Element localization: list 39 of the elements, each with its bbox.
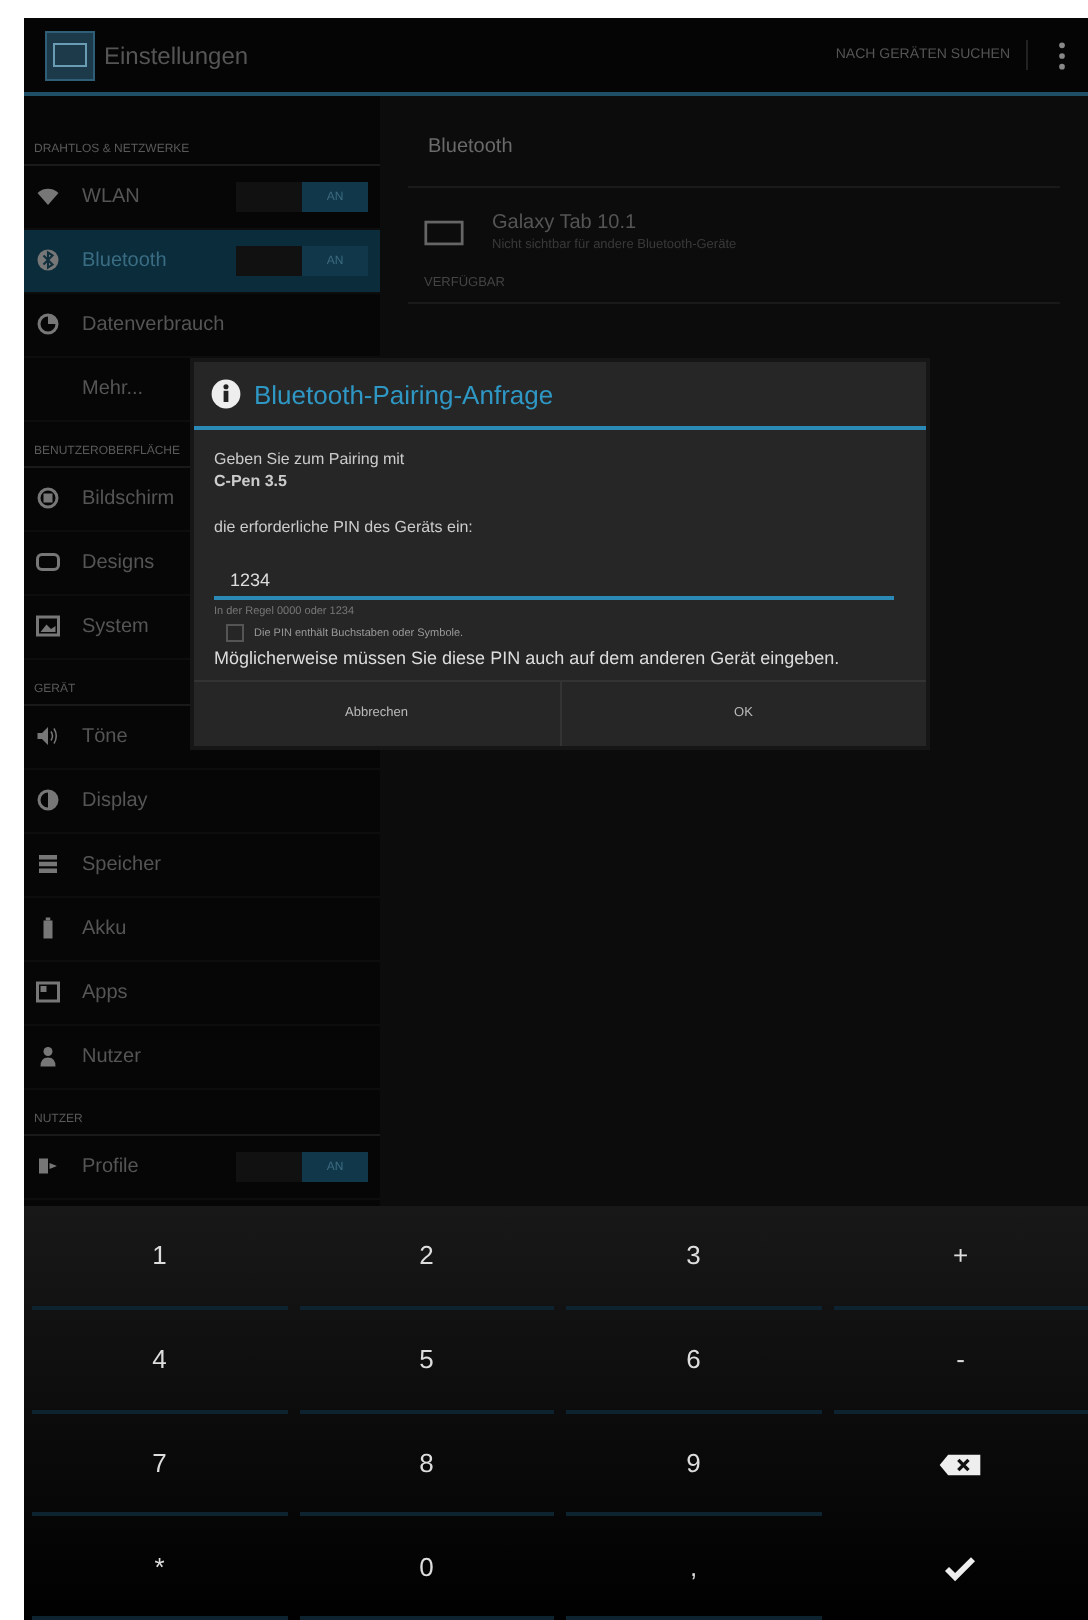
keyboard-key[interactable]: 6 — [566, 1309, 821, 1413]
device-name: C-Pen 3.5 — [214, 471, 289, 494]
page-title: Bluetooth — [408, 128, 1060, 188]
settings-icon[interactable] — [44, 29, 96, 81]
brightness-icon — [36, 787, 60, 811]
person-icon — [36, 1043, 60, 1067]
speaker-icon — [36, 723, 60, 747]
keyboard-key[interactable]: * — [32, 1516, 287, 1620]
checkbox[interactable] — [226, 624, 244, 643]
palette-icon — [36, 549, 60, 573]
bluetooth-icon — [36, 247, 60, 271]
keyboard-key[interactable]: 8 — [299, 1413, 554, 1517]
info-icon — [210, 378, 242, 410]
keyboard-key[interactable]: - — [833, 1309, 1088, 1413]
keyboard-key[interactable]: 1 — [32, 1206, 287, 1310]
pie-icon — [36, 311, 60, 335]
keyboard-key[interactable]: 5 — [299, 1309, 554, 1413]
wifi-icon — [36, 183, 60, 207]
keyboard-key[interactable]: 3 — [566, 1206, 821, 1310]
keyboard-key[interactable]: 0 — [299, 1516, 554, 1620]
keyboard-key[interactable]: 7 — [32, 1413, 287, 1517]
keyboard-key[interactable]: 2 — [299, 1206, 554, 1310]
backspace-icon — [938, 1451, 983, 1478]
screen-icon — [36, 485, 60, 509]
storage-icon — [36, 851, 60, 875]
tablet-icon — [424, 217, 464, 247]
keyboard-key[interactable]: + — [833, 1206, 1088, 1310]
device-name: Galaxy Tab 10.1 — [492, 212, 639, 234]
apps-icon — [36, 979, 60, 1003]
profile-icon — [36, 1153, 60, 1177]
overflow-menu-icon[interactable] — [1056, 39, 1068, 71]
keyboard-key[interactable]: 9 — [566, 1413, 821, 1517]
app-title: Einstellungen — [104, 41, 249, 69]
dialog-text: die erforderliche PIN des Geräts ein: — [214, 517, 475, 539]
dialog-title: Bluetooth-Pairing-Anfrage — [254, 379, 554, 409]
keyboard-key[interactable]: 4 — [32, 1309, 287, 1413]
image-icon — [36, 613, 60, 637]
pin-input-field[interactable]: 1234 — [214, 566, 894, 601]
keyboard-key[interactable]: , — [566, 1516, 821, 1620]
